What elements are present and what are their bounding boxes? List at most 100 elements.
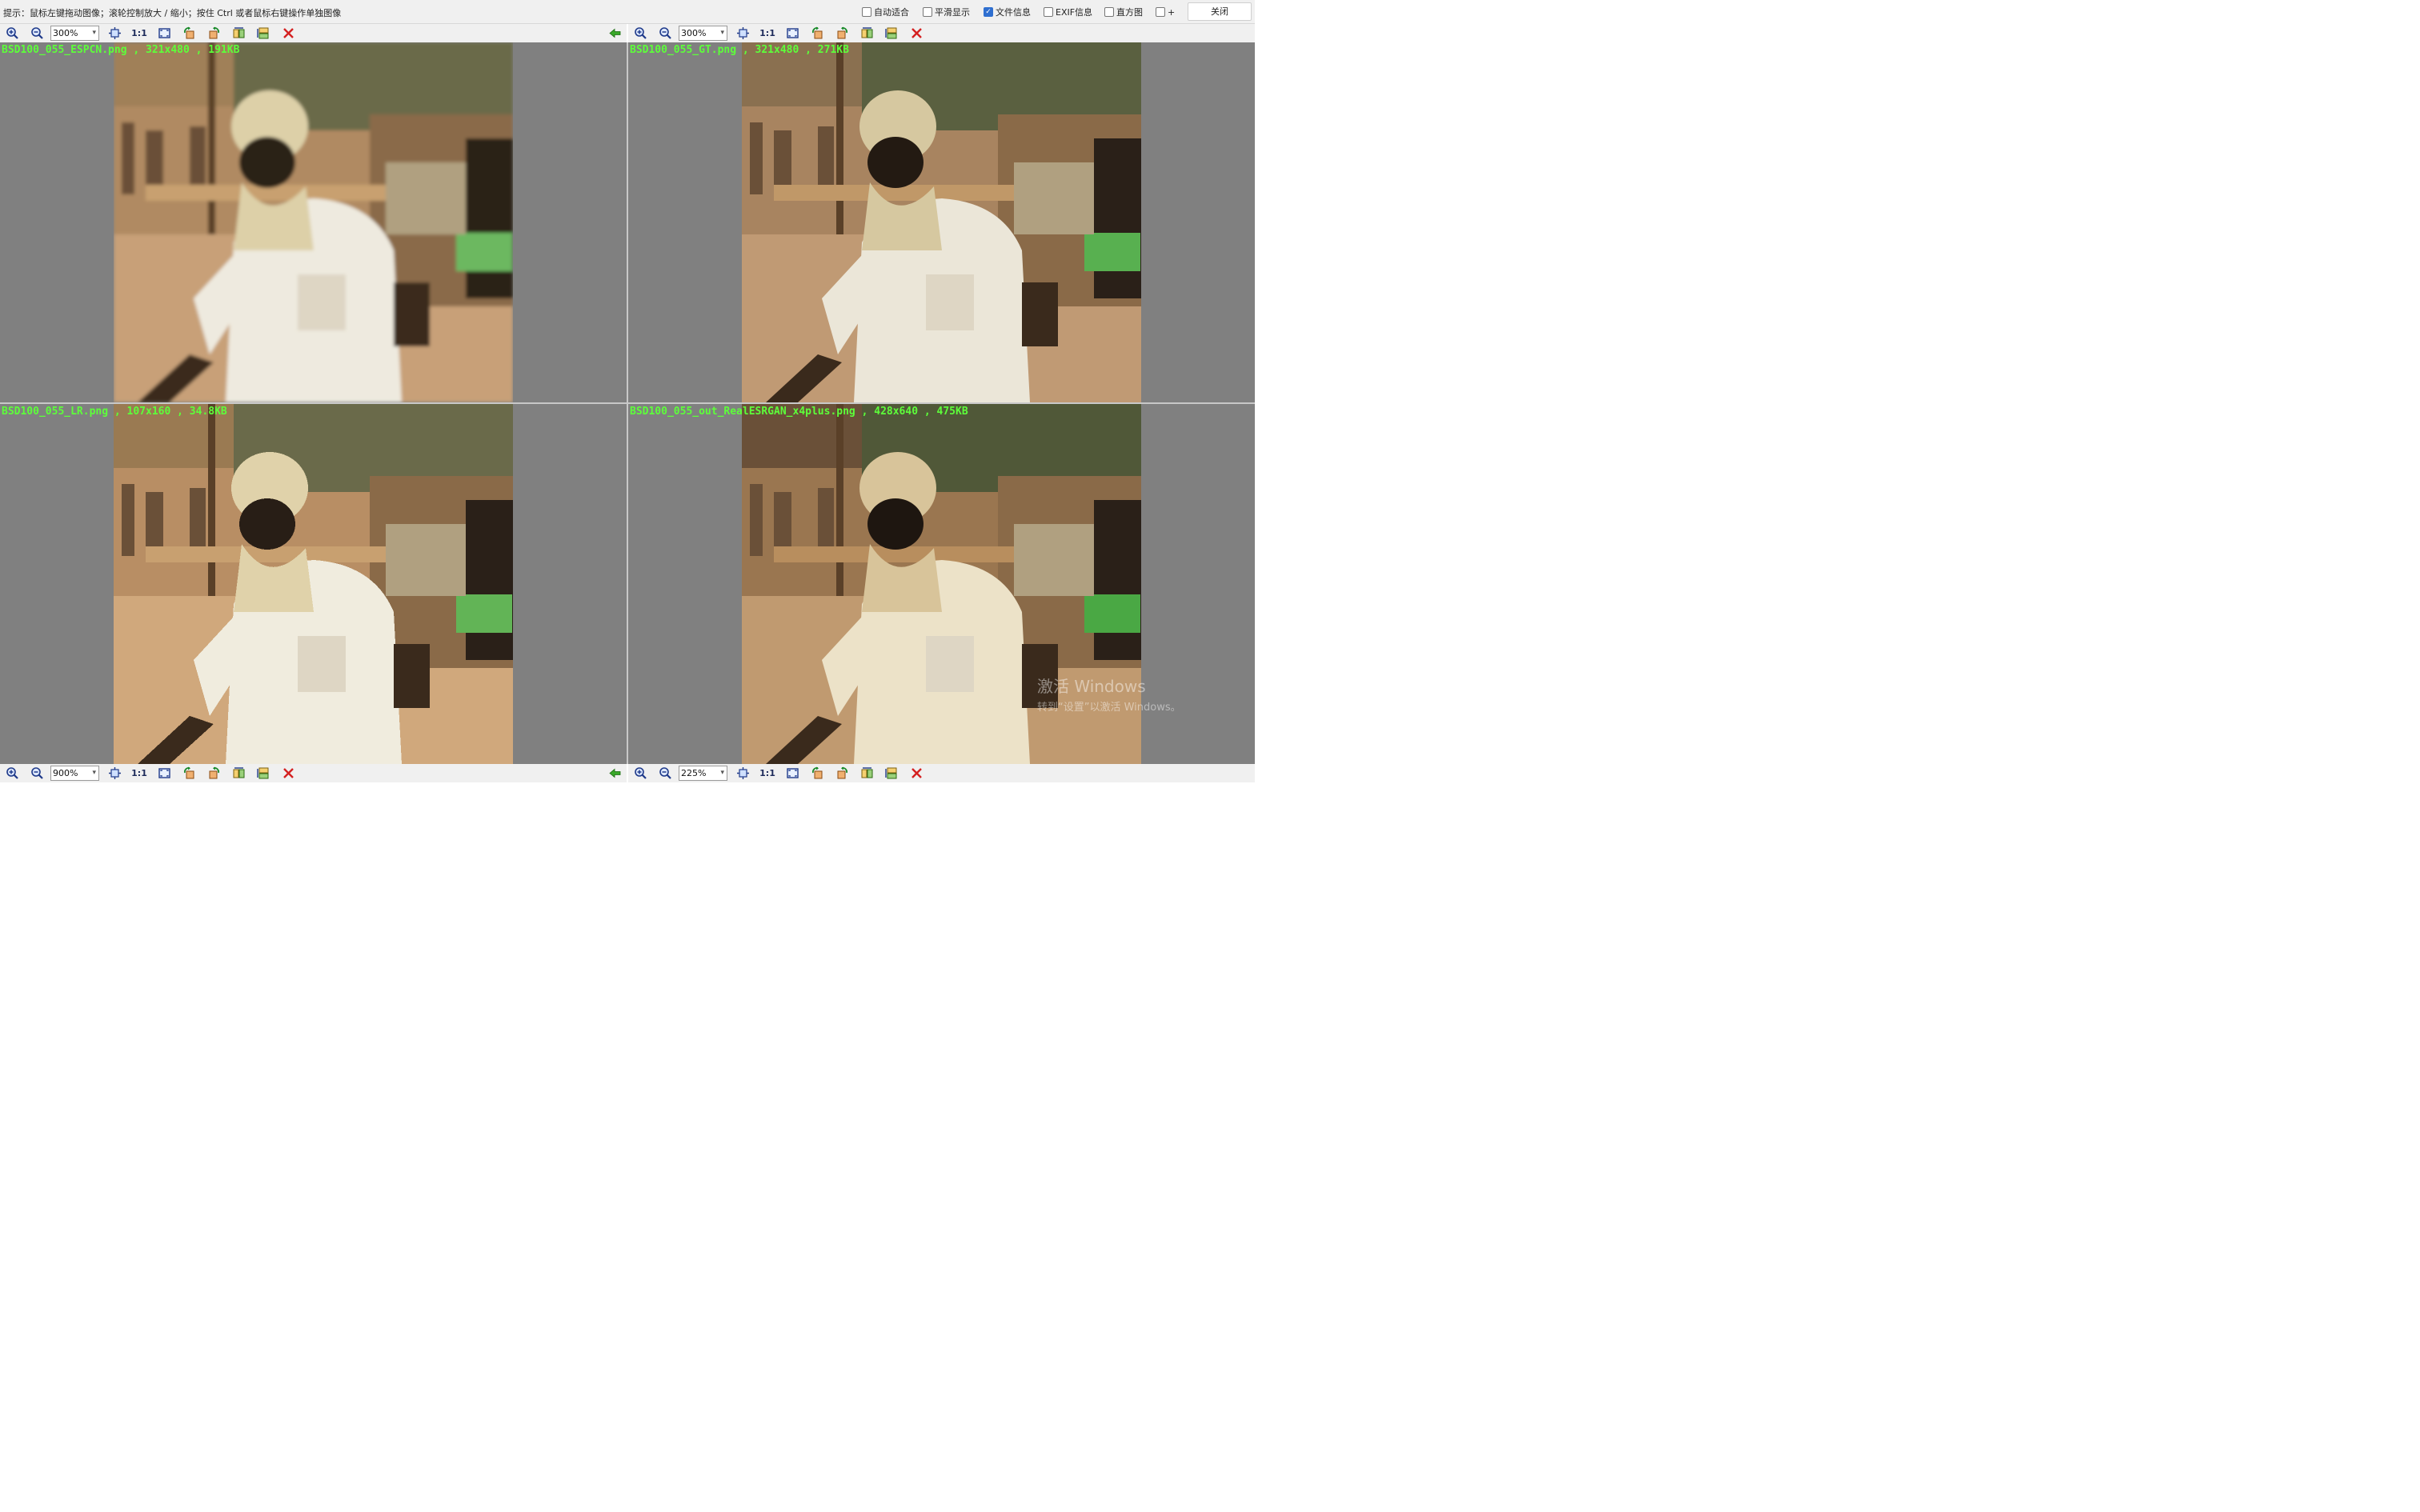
zoom-in-icon bbox=[6, 767, 18, 779]
back-arrow-icon bbox=[608, 28, 620, 38]
full-screen-button[interactable] bbox=[784, 26, 800, 41]
close-image-button[interactable] bbox=[908, 766, 924, 781]
horizontal-splitter[interactable] bbox=[0, 402, 1255, 404]
zoom-level-value: 900% bbox=[53, 768, 78, 778]
zoom-level-select[interactable]: 300% ▾ bbox=[679, 26, 727, 41]
rotate-left-button[interactable] bbox=[181, 26, 197, 41]
flip-vertical-button[interactable] bbox=[255, 766, 271, 781]
full-screen-button[interactable] bbox=[156, 766, 172, 781]
exif-info-checkbox[interactable]: EXIF信息 bbox=[1044, 6, 1092, 18]
zoom-out-button[interactable] bbox=[657, 766, 673, 781]
flip-horizontal-button[interactable] bbox=[859, 766, 875, 781]
flip-horizontal-icon bbox=[233, 767, 244, 778]
zoom-level-select[interactable]: 300% ▾ bbox=[50, 26, 99, 41]
file-info-label: 文件信息 bbox=[996, 7, 1031, 18]
close-red-icon bbox=[282, 28, 294, 38]
checkbox-box[interactable] bbox=[1156, 7, 1165, 17]
flip-horizontal-button[interactable] bbox=[859, 26, 875, 41]
zoom-in-button[interactable] bbox=[4, 766, 20, 781]
toolbar-top-right: 1:1 300% ▾ bbox=[628, 24, 1255, 42]
zoom-level-select[interactable]: 225% ▾ bbox=[679, 766, 727, 781]
checkbox-box[interactable] bbox=[923, 7, 932, 17]
smooth-display-label: 平滑显示 bbox=[935, 7, 970, 18]
fit-window-icon bbox=[736, 27, 749, 39]
flip-horizontal-button[interactable] bbox=[230, 766, 246, 781]
hint-bar: 提示：鼠标左键拖动图像；滚轮控制放大 / 缩小；按住 Ctrl 或者鼠标右键操作… bbox=[0, 0, 1255, 24]
zoom-out-button[interactable] bbox=[657, 26, 673, 41]
fit-window-button[interactable] bbox=[106, 26, 122, 41]
zoom-level-select[interactable]: 900% ▾ bbox=[50, 766, 99, 781]
full-screen-button[interactable] bbox=[784, 766, 800, 781]
one-to-one-label: 1:1 bbox=[131, 768, 147, 778]
flip-vertical-icon bbox=[256, 27, 268, 39]
flip-horizontal-button[interactable] bbox=[230, 26, 246, 41]
chevron-down-icon: ▾ bbox=[720, 29, 724, 37]
histogram-checkbox[interactable]: 直方图 bbox=[1104, 6, 1143, 18]
full-screen-icon bbox=[786, 768, 799, 778]
zoom-in-button[interactable] bbox=[632, 26, 648, 41]
one-to-one-label: 1:1 bbox=[131, 28, 147, 38]
flip-vertical-button[interactable] bbox=[883, 26, 899, 41]
sync-arrow-button[interactable] bbox=[607, 26, 623, 41]
fit-window-button[interactable] bbox=[735, 766, 751, 781]
photo-scene bbox=[742, 42, 1141, 402]
image-pane-gt[interactable]: BSD100_055_GT.png , 321x480 , 271KB bbox=[628, 42, 1255, 402]
rotate-right-button[interactable] bbox=[834, 766, 850, 781]
rotate-left-button[interactable] bbox=[809, 26, 825, 41]
checkbox-box-checked[interactable]: ✓ bbox=[984, 7, 993, 17]
auto-fit-label: 自动适合 bbox=[874, 7, 909, 18]
toolbar-bottom-left: 1:1 900% ▾ bbox=[0, 764, 627, 782]
fit-window-button[interactable] bbox=[106, 766, 122, 781]
rotate-right-button[interactable] bbox=[834, 26, 850, 41]
watermark-subtitle: 转到“设置”以激活 Windows。 bbox=[1037, 702, 1181, 714]
image-pane-lr[interactable]: BSD100_055_LR.png , 107x160 , 34.8KB bbox=[0, 404, 627, 764]
one-to-one-button[interactable]: 1:1 bbox=[131, 766, 147, 781]
rotate-right-button[interactable] bbox=[206, 766, 222, 781]
checkbox-box[interactable] bbox=[1104, 7, 1114, 17]
close-image-button[interactable] bbox=[280, 766, 296, 781]
fit-window-button[interactable] bbox=[735, 26, 751, 41]
one-to-one-label: 1:1 bbox=[759, 28, 775, 38]
zoom-out-button[interactable] bbox=[29, 766, 45, 781]
close-image-button[interactable] bbox=[908, 26, 924, 41]
close-image-button[interactable] bbox=[280, 26, 296, 41]
full-screen-button[interactable] bbox=[156, 26, 172, 41]
zoom-in-button[interactable] bbox=[632, 766, 648, 781]
file-info-checkbox[interactable]: ✓ 文件信息 bbox=[984, 6, 1031, 18]
flip-vertical-icon bbox=[256, 767, 268, 779]
checkbox-box[interactable] bbox=[1044, 7, 1053, 17]
rotate-right-icon bbox=[837, 26, 847, 39]
image-pane-espcn[interactable]: BSD100_055_ESPCN.png , 321x480 , 191KB bbox=[0, 42, 627, 402]
zoom-in-icon bbox=[634, 767, 647, 779]
one-to-one-button[interactable]: 1:1 bbox=[759, 766, 775, 781]
one-to-one-button[interactable]: 1:1 bbox=[759, 26, 775, 41]
full-screen-icon bbox=[158, 28, 170, 38]
photo-scene bbox=[114, 42, 513, 402]
histogram-label: 直方图 bbox=[1116, 7, 1143, 18]
one-to-one-button[interactable]: 1:1 bbox=[131, 26, 147, 41]
auto-fit-checkbox[interactable]: 自动适合 bbox=[862, 6, 909, 18]
rotate-left-button[interactable] bbox=[181, 766, 197, 781]
rotate-left-button[interactable] bbox=[809, 766, 825, 781]
flip-vertical-button[interactable] bbox=[883, 766, 899, 781]
image-espcn[interactable] bbox=[114, 42, 513, 402]
image-lr[interactable] bbox=[114, 404, 513, 764]
rotate-right-button[interactable] bbox=[206, 26, 222, 41]
flip-vertical-button[interactable] bbox=[255, 26, 271, 41]
chevron-down-icon: ▾ bbox=[92, 769, 96, 777]
full-screen-icon bbox=[786, 28, 799, 38]
zoom-out-icon bbox=[659, 27, 671, 39]
plus-checkbox[interactable]: + bbox=[1156, 6, 1175, 18]
watermark-title: 激活 Windows bbox=[1037, 677, 1146, 696]
close-button[interactable]: 关闭 bbox=[1188, 2, 1252, 21]
toolbar-top-left: 1:1 300% ▾ bbox=[0, 24, 627, 42]
smooth-display-checkbox[interactable]: 平滑显示 bbox=[923, 6, 970, 18]
zoom-out-button[interactable] bbox=[29, 26, 45, 41]
back-arrow-icon bbox=[608, 768, 620, 778]
zoom-out-icon bbox=[659, 767, 671, 779]
close-red-icon bbox=[282, 768, 294, 778]
zoom-in-button[interactable] bbox=[4, 26, 20, 41]
sync-arrow-button[interactable] bbox=[607, 766, 623, 781]
image-gt[interactable] bbox=[742, 42, 1141, 402]
checkbox-box[interactable] bbox=[862, 7, 871, 17]
